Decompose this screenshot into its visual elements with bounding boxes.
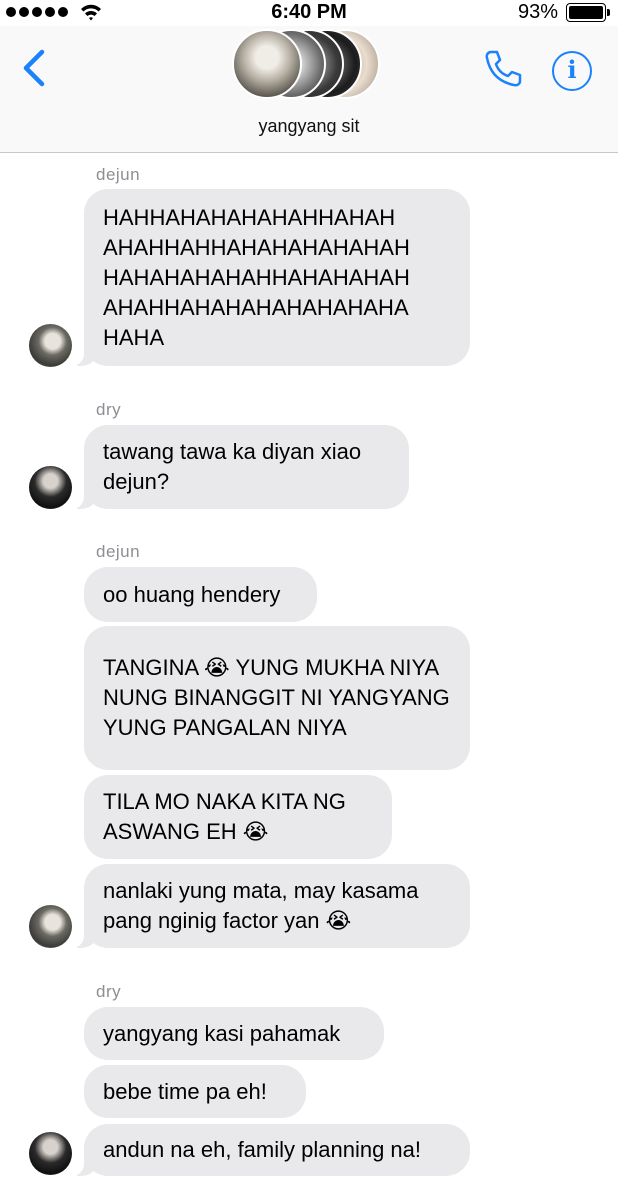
message-text: bebe time pa eh! bbox=[103, 1078, 267, 1104]
message-text: yangyang kasi pahamak bbox=[103, 1020, 341, 1046]
message-text: TANGINA 😭 YUNG MUKHA NIYA NUNG BINANGGIT… bbox=[103, 655, 450, 740]
message-text: HAHHAHAHAHAHAHHAHAH AHAHHAHHAHAHAHAHAHAH… bbox=[103, 204, 410, 350]
message-text: TILA MO NAKA KITA NG ASWANG EH 😭 bbox=[103, 789, 346, 844]
group-name[interactable]: yangyang sit bbox=[0, 116, 618, 137]
avatar[interactable] bbox=[29, 905, 72, 948]
message-bubble[interactable]: yangyang kasi pahamak bbox=[84, 1007, 384, 1060]
sender-name: dry bbox=[96, 982, 122, 1001]
message-bubble[interactable]: HAHHAHAHAHAHAHHAHAH AHAHHAHHAHAHAHAHAHAH… bbox=[72, 189, 470, 366]
message-text: tawang tawa ka diyan xiao dejun? bbox=[103, 439, 362, 494]
sender-name: dejun bbox=[96, 165, 141, 184]
message-bubble[interactable]: oo huang hendery bbox=[84, 567, 317, 622]
phone-icon[interactable] bbox=[482, 48, 524, 90]
message-text: nanlaki yung mata, may kasama pang ngini… bbox=[103, 878, 419, 933]
group-avatar-stack[interactable] bbox=[232, 29, 392, 101]
avatar[interactable] bbox=[29, 324, 72, 367]
avatar[interactable] bbox=[29, 1132, 72, 1175]
message-text: andun na eh, family planning na! bbox=[103, 1137, 422, 1162]
battery-icon bbox=[566, 3, 610, 22]
sender-name: dejun bbox=[96, 542, 141, 561]
message-bubble[interactable]: andun na eh, family planning na! bbox=[72, 1124, 470, 1176]
status-bar: 6:40 PM 93% bbox=[0, 0, 618, 26]
message-bubble[interactable]: nanlaki yung mata, may kasama pang ngini… bbox=[72, 864, 470, 948]
message-text: oo huang hendery bbox=[103, 581, 281, 607]
sender-name: dry bbox=[96, 400, 122, 419]
avatar[interactable] bbox=[29, 466, 72, 509]
info-icon[interactable]: i bbox=[552, 51, 592, 91]
message-bubble[interactable]: TILA MO NAKA KITA NG ASWANG EH 😭 bbox=[84, 775, 392, 859]
message-bubble[interactable]: bebe time pa eh! bbox=[84, 1065, 306, 1118]
message-bubble[interactable]: TANGINA 😭 YUNG MUKHA NIYA NUNG BINANGGIT… bbox=[84, 626, 470, 770]
conversation-header: yangyang sit i bbox=[0, 26, 618, 153]
back-chevron-icon[interactable] bbox=[20, 48, 50, 88]
battery-percent: 93% bbox=[517, 1, 558, 23]
group-avatar bbox=[232, 29, 302, 99]
message-bubble[interactable]: tawang tawa ka diyan xiao dejun? bbox=[72, 425, 409, 509]
